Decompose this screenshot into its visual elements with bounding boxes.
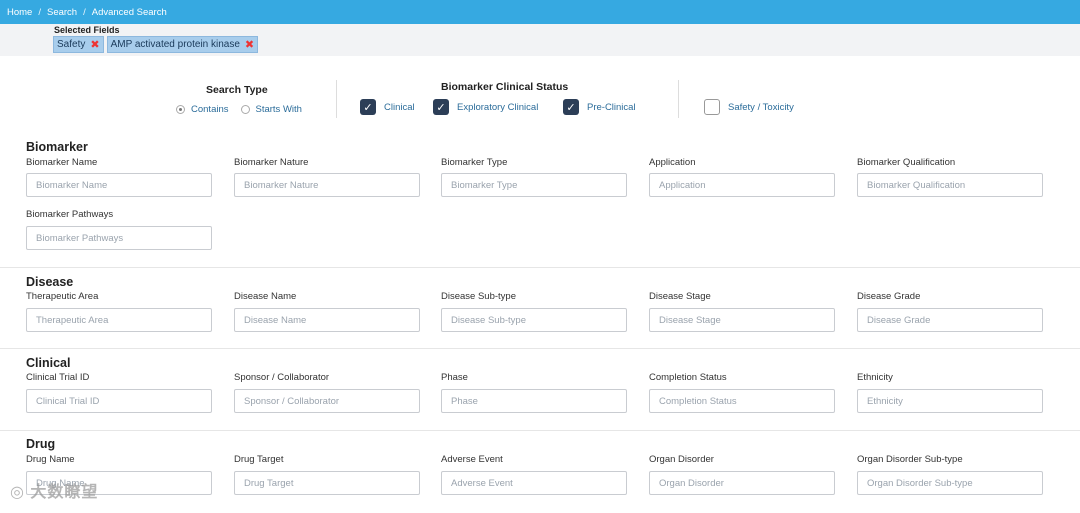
radio-starts-with-label[interactable]: Starts With xyxy=(256,104,302,115)
section-disease: Disease Therapeutic Area Disease Name Di… xyxy=(0,267,1080,348)
drug-target-input[interactable] xyxy=(234,471,420,495)
search-type-options: Contains Starts With xyxy=(176,104,302,115)
checkbox-pre-clinical[interactable]: ✓ Pre-Clinical xyxy=(563,99,636,115)
field-label: Biomarker Type xyxy=(441,157,508,168)
field-label: Biomarker Nature xyxy=(234,157,309,168)
field-label: Drug Name xyxy=(26,454,75,465)
biomarker-status-title: Biomarker Clinical Status xyxy=(441,81,569,93)
remove-chip-icon[interactable]: ✖ xyxy=(90,38,99,51)
field-label: Disease Sub-type xyxy=(441,291,516,302)
breadcrumb-search[interactable]: Search xyxy=(47,7,77,18)
check-icon[interactable]: ✓ xyxy=(360,99,376,115)
radio-contains-label[interactable]: Contains xyxy=(191,104,229,115)
field-label: Application xyxy=(649,157,696,168)
field-label: Therapeutic Area xyxy=(26,291,99,302)
field-label: Organ Disorder Sub-type xyxy=(857,454,963,465)
therapeutic-area-input[interactable] xyxy=(26,308,212,332)
section-clinical: Clinical Clinical Trial ID Sponsor / Col… xyxy=(0,348,1080,430)
radio-starts-with[interactable] xyxy=(240,105,250,114)
field-label: Phase xyxy=(441,372,468,383)
chip-label: Safety xyxy=(57,39,86,50)
search-filters: Search Type Contains Starts With Biomark… xyxy=(0,76,1080,124)
field-label: Sponsor / Collaborator xyxy=(234,372,330,383)
breadcrumb-home[interactable]: Home xyxy=(7,7,32,18)
biomarker-qualification-input[interactable] xyxy=(857,173,1043,197)
remove-chip-icon[interactable]: ✖ xyxy=(245,38,254,51)
disease-grade-input[interactable] xyxy=(857,308,1043,332)
checkbox-label[interactable]: Exploratory Clinical xyxy=(457,102,538,113)
chip-ampk: AMP activated protein kinase ✖ xyxy=(106,36,259,53)
field-label: Disease Stage xyxy=(649,291,711,302)
adverse-event-input[interactable] xyxy=(441,471,627,495)
section-biomarker: Biomarker Biomarker Name Biomarker Natur… xyxy=(0,130,1080,266)
selected-chips: Safety ✖ AMP activated protein kinase ✖ xyxy=(53,36,259,53)
checkbox-safety-toxicity[interactable]: Safety / Toxicity xyxy=(704,99,794,115)
checkbox-empty-icon[interactable] xyxy=(704,99,720,115)
ethnicity-input[interactable] xyxy=(857,389,1043,413)
watermark-text: 大数瞭望 xyxy=(30,484,99,501)
biomarker-pathways-input[interactable] xyxy=(26,226,212,250)
disease-subtype-input[interactable] xyxy=(441,308,627,332)
field-label: Clinical Trial ID xyxy=(26,372,90,383)
section-drug: Drug Drug Name Drug Target Adverse Event… xyxy=(0,430,1080,513)
field-label: Drug Target xyxy=(234,454,284,465)
checkbox-clinical[interactable]: ✓ Clinical xyxy=(360,99,415,115)
biomarker-nature-input[interactable] xyxy=(234,173,420,197)
divider xyxy=(678,80,679,118)
field-label: Disease Name xyxy=(234,291,297,302)
organ-disorder-subtype-input[interactable] xyxy=(857,471,1043,495)
checkbox-label[interactable]: Clinical xyxy=(384,102,415,113)
field-label: Ethnicity xyxy=(857,372,893,383)
breadcrumb-current: Advanced Search xyxy=(91,6,167,18)
section-title: Biomarker xyxy=(26,140,88,154)
selected-fields-bar: Selected Fields Safety ✖ AMP activated p… xyxy=(0,24,1080,56)
check-icon[interactable]: ✓ xyxy=(433,99,449,115)
radio-contains[interactable] xyxy=(176,105,185,114)
application-input[interactable] xyxy=(649,173,835,197)
completion-status-input[interactable] xyxy=(649,389,835,413)
section-title: Drug xyxy=(26,437,56,451)
checkbox-label[interactable]: Pre-Clinical xyxy=(587,102,636,113)
chip-safety: Safety ✖ xyxy=(53,36,104,53)
sponsor-collaborator-input[interactable] xyxy=(234,389,420,413)
section-title: Disease xyxy=(26,275,74,289)
field-label: Biomarker Name xyxy=(26,157,98,168)
field-label: Organ Disorder xyxy=(649,454,714,465)
watermark: ◎ 大数瞭望 xyxy=(10,478,98,502)
breadcrumb: Home / Search / Advanced Search xyxy=(0,0,1080,24)
disease-stage-input[interactable] xyxy=(649,308,835,332)
selected-fields-label: Selected Fields xyxy=(54,25,120,35)
divider xyxy=(336,80,337,118)
search-type-title: Search Type xyxy=(206,84,268,96)
check-icon[interactable]: ✓ xyxy=(563,99,579,115)
checkbox-exploratory-clinical[interactable]: ✓ Exploratory Clinical xyxy=(433,99,538,115)
biomarker-type-input[interactable] xyxy=(441,173,627,197)
checkbox-label[interactable]: Safety / Toxicity xyxy=(728,102,794,113)
watermark-logo-icon: ◎ xyxy=(10,484,31,501)
organ-disorder-input[interactable] xyxy=(649,471,835,495)
breadcrumb-separator: / xyxy=(38,6,41,18)
section-title: Clinical xyxy=(26,356,71,370)
field-label: Completion Status xyxy=(649,372,727,383)
field-label: Biomarker Qualification xyxy=(857,157,956,168)
field-label: Biomarker Pathways xyxy=(26,209,114,220)
phase-input[interactable] xyxy=(441,389,627,413)
field-label: Adverse Event xyxy=(441,454,503,465)
chip-label: AMP activated protein kinase xyxy=(110,39,240,50)
field-label: Disease Grade xyxy=(857,291,921,302)
clinical-trial-id-input[interactable] xyxy=(26,389,212,413)
breadcrumb-separator: / xyxy=(83,6,86,18)
biomarker-name-input[interactable] xyxy=(26,173,212,197)
disease-name-input[interactable] xyxy=(234,308,420,332)
